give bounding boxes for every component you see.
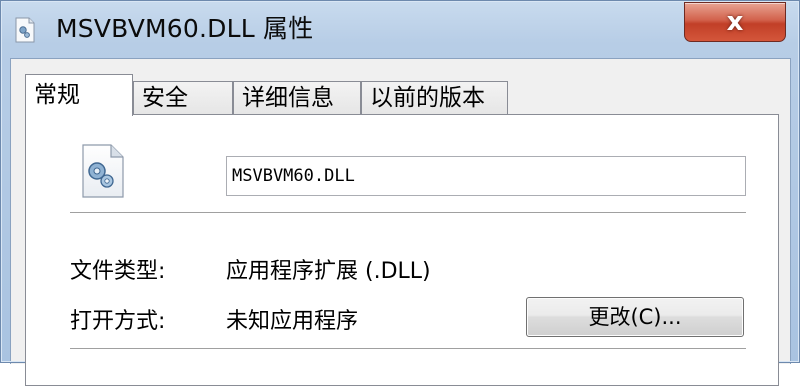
separator: [70, 348, 746, 352]
file-type-label: 文件类型:: [70, 259, 166, 284]
dll-file-icon: [82, 144, 124, 198]
close-button[interactable]: x: [684, 2, 786, 42]
file-name-field[interactable]: [226, 156, 746, 196]
close-icon: x: [726, 7, 744, 37]
opens-with-label: 打开方式:: [70, 309, 166, 334]
tab-label: 常规: [34, 82, 80, 108]
file-type-value: 应用程序扩展 (.DLL): [226, 259, 431, 284]
general-tab-panel: 文件类型: 应用程序扩展 (.DLL) 打开方式: 未知应用程序 更改(C)..…: [25, 114, 779, 386]
tab-label: 详细信息: [242, 85, 334, 111]
tab-label: 安全: [142, 85, 188, 111]
window-title: MSVBVM60.DLL 属性: [56, 14, 314, 43]
opens-with-value: 未知应用程序: [226, 309, 359, 334]
title-bar[interactable]: MSVBVM60.DLL 属性 x: [0, 0, 800, 54]
tab-security[interactable]: 安全: [133, 81, 233, 114]
tab-previous-versions[interactable]: 以前的版本: [361, 81, 508, 114]
separator: [70, 212, 746, 216]
tab-details[interactable]: 详细信息: [233, 81, 361, 114]
tab-label: 以前的版本: [370, 85, 485, 111]
dialog-client-area: 常规 安全 详细信息 以前的版本 MSVBVM60.DLL 文件类型: 应用程序…: [10, 58, 791, 386]
change-button[interactable]: 更改(C)...: [526, 297, 744, 337]
tab-general[interactable]: 常规: [25, 74, 133, 116]
dll-file-icon: [15, 17, 35, 43]
